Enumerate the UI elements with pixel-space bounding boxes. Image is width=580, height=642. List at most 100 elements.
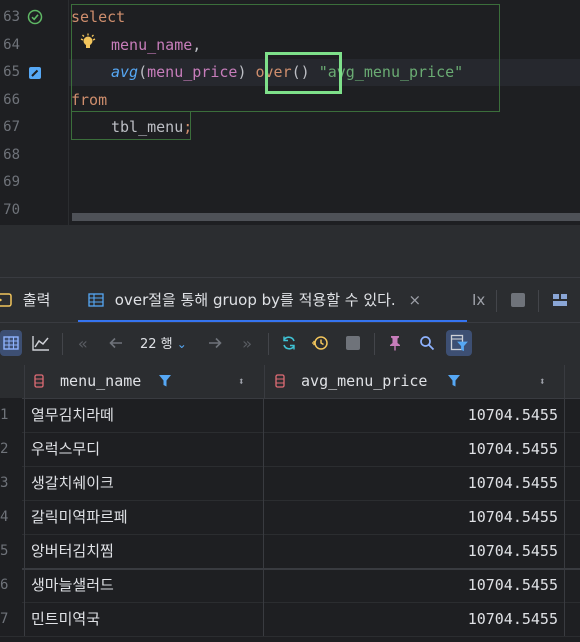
sql-editor[interactable]: 63 64 65 66 67 68 69 70 select menu_name…: [0, 0, 580, 225]
empty-cell: [564, 398, 580, 432]
search-icon[interactable]: [414, 330, 440, 356]
editor-horizontal-scrollbar[interactable]: [72, 213, 580, 221]
cell-avg-menu-price[interactable]: 10704.5455: [264, 466, 564, 500]
lightbulb-icon[interactable]: [79, 33, 97, 53]
cell-avg-menu-price[interactable]: 10704.5455: [264, 568, 564, 602]
cell-avg-menu-price[interactable]: 10704.5455: [264, 500, 564, 534]
toolbar-divider: [374, 333, 375, 355]
cell-menu-name[interactable]: 생마늘샐러드: [24, 568, 264, 602]
tab-divider: [496, 290, 497, 312]
chevron-down-icon: ⌄: [176, 337, 187, 351]
close-tab-icon[interactable]: ×: [408, 291, 421, 309]
empty-cell: [564, 602, 580, 636]
row-number: 1: [0, 398, 22, 432]
grid-header: menu_name ⬍ avg_menu_price ⬍: [0, 365, 580, 399]
panel-splitter[interactable]: [0, 225, 580, 277]
cell-menu-name[interactable]: 갈릭미역파르페: [24, 500, 264, 534]
cell-menu-name[interactable]: 민트미역국: [24, 602, 264, 636]
column-header-label: menu_name: [60, 372, 142, 390]
last-page-icon[interactable]: »: [234, 330, 260, 356]
tab-divider: [538, 290, 539, 312]
line-number: 65: [3, 64, 20, 80]
previous-page-icon[interactable]: [103, 330, 129, 356]
sort-icon[interactable]: ⬍: [238, 365, 245, 398]
cancel-query-icon[interactable]: [340, 330, 366, 356]
first-page-icon[interactable]: «: [70, 330, 96, 356]
tab-query-result-label: over절을 통해 gruop by를 적용할 수 있다.: [114, 291, 396, 309]
row-number: 7: [0, 602, 22, 636]
tab-query-result[interactable]: over절을 통해 gruop by를 적용할 수 있다. ×: [78, 278, 467, 323]
code-line-64: menu_name,: [111, 36, 202, 54]
result-grid[interactable]: menu_name ⬍ avg_menu_price ⬍ 1 열무김치라떼 10…: [0, 365, 580, 642]
over-clause-highlight-box: [265, 52, 342, 94]
empty-cell: [564, 534, 580, 568]
cell-avg-menu-price[interactable]: 10704.5455: [264, 432, 564, 466]
row-number: 5: [0, 534, 22, 568]
filter-icon[interactable]: [447, 365, 461, 398]
column-header-avg-menu-price[interactable]: avg_menu_price ⬍: [275, 365, 560, 398]
empty-cell: [564, 568, 580, 602]
row-number: 4: [0, 500, 22, 534]
header-divider: [264, 365, 265, 398]
table-row[interactable]: 7 민트미역국 10704.5455: [0, 602, 580, 637]
execution-success-icon[interactable]: [27, 9, 43, 25]
history-icon[interactable]: [307, 330, 333, 356]
result-toolbar: « 22 행 ⌄ »: [0, 322, 580, 366]
tab-output[interactable]: 출력: [0, 278, 50, 323]
row-count-label: 22 행: [140, 337, 173, 352]
row-number: 2: [0, 432, 22, 466]
cell-avg-menu-price[interactable]: 10704.5455: [264, 602, 564, 636]
table-row[interactable]: 3 생갈치쉐이크 10704.5455: [0, 466, 580, 501]
line-number: 69: [3, 174, 20, 190]
empty-cell: [564, 500, 580, 534]
edit-marker-icon[interactable]: [27, 65, 43, 81]
table-row[interactable]: 2 우럭스무디 10704.5455: [0, 432, 580, 467]
code-line-63: select: [71, 8, 126, 26]
next-page-icon[interactable]: [202, 330, 228, 356]
line-number: 66: [3, 92, 20, 108]
stop-icon[interactable]: [511, 293, 525, 307]
header-divider: [564, 365, 565, 398]
tab-output-label: 출력: [22, 291, 51, 309]
layout-icon[interactable]: [552, 292, 568, 308]
code-line-67: tbl_menu;: [111, 118, 193, 136]
column-header-menu-name[interactable]: menu_name ⬍: [34, 365, 262, 398]
filter-view-icon[interactable]: [446, 330, 472, 356]
header-divider: [24, 365, 25, 398]
line-number: 63: [3, 9, 20, 25]
filter-icon[interactable]: [158, 365, 172, 398]
cell-menu-name[interactable]: 앙버터김치찜: [24, 534, 264, 568]
table-row[interactable]: 1 열무김치라떼 10704.5455: [0, 398, 580, 433]
row-number: 3: [0, 466, 22, 500]
table-row[interactable]: 6 생마늘샐러드 10704.5455: [0, 568, 580, 603]
console-icon: [0, 280, 12, 307]
line-number: 70: [3, 202, 20, 218]
toolbar-divider: [268, 333, 269, 355]
row-number: 6: [0, 568, 22, 602]
column-icon: [34, 367, 44, 388]
cell-menu-name[interactable]: 우럭스무디: [24, 432, 264, 466]
result-tabs: 출력 over절을 통해 gruop by를 적용할 수 있다. × Ix: [0, 277, 580, 323]
line-number: 67: [3, 119, 20, 135]
empty-cell: [564, 432, 580, 466]
transaction-button[interactable]: Ix: [472, 278, 485, 323]
toolbar-divider: [62, 333, 63, 355]
line-number: 68: [3, 147, 20, 163]
empty-cell: [564, 466, 580, 500]
row-count[interactable]: 22 행 ⌄: [140, 323, 187, 365]
line-number: 64: [3, 37, 20, 53]
sort-icon[interactable]: ⬍: [539, 365, 546, 398]
cell-menu-name[interactable]: 열무김치라떼: [24, 398, 264, 432]
table-grid-icon: [88, 280, 104, 307]
column-icon: [275, 367, 285, 388]
cell-avg-menu-price[interactable]: 10704.5455: [264, 398, 564, 432]
refresh-icon[interactable]: [276, 330, 302, 356]
cell-avg-menu-price[interactable]: 10704.5455: [264, 534, 564, 568]
table-view-button[interactable]: [0, 330, 22, 356]
column-header-label: avg_menu_price: [301, 372, 428, 390]
cell-menu-name[interactable]: 생갈치쉐이크: [24, 466, 264, 500]
table-row[interactable]: 5 앙버터김치찜 10704.5455: [0, 534, 580, 570]
pin-icon[interactable]: [382, 330, 408, 356]
table-row[interactable]: 4 갈릭미역파르페 10704.5455: [0, 500, 580, 535]
chart-view-button[interactable]: [28, 330, 54, 356]
